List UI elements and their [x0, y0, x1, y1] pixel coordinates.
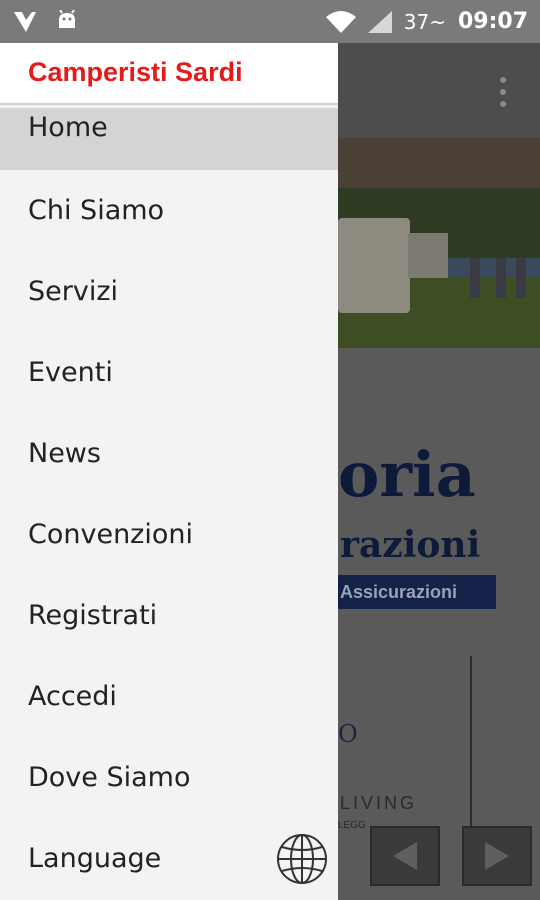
menu-item-home[interactable]: Home: [0, 108, 338, 170]
header-photo: [338, 138, 540, 348]
menu-item-label: Servizi: [28, 276, 119, 307]
divider: [470, 656, 472, 836]
drawer-menu: Home Chi Siamo Servizi Eventi News Conve…: [0, 108, 338, 899]
arrow-right-icon: [485, 842, 509, 870]
menu-item-language[interactable]: Language: [0, 818, 338, 899]
temperature-text: 37~: [403, 9, 446, 34]
status-bar: 37~ 09:07: [0, 0, 540, 43]
menu-item-label: Dove Siamo: [28, 762, 191, 793]
banner-subtitle: razioni: [340, 524, 481, 566]
menu-item-accedi[interactable]: Accedi: [0, 656, 338, 737]
arrow-left-icon: [393, 842, 417, 870]
clock: 09:07: [457, 9, 528, 34]
insurance-banner[interactable]: oria razioni Assicurazioni: [338, 348, 540, 648]
notification-icon: [14, 11, 36, 32]
menu-item-eventi[interactable]: Eventi: [0, 332, 338, 413]
menu-item-dove-siamo[interactable]: Dove Siamo: [0, 737, 338, 818]
menu-item-label: Home: [28, 112, 108, 143]
next-button[interactable]: [462, 826, 532, 886]
globe-icon: [277, 834, 327, 884]
menu-item-label: Convenzioni: [28, 519, 193, 550]
overflow-menu-icon[interactable]: [500, 77, 506, 107]
menu-item-convenzioni[interactable]: Convenzioni: [0, 494, 338, 575]
banner-tag: Assicurazioni: [338, 575, 496, 609]
menu-item-label: Registrati: [28, 600, 158, 631]
drawer-header: Camperisti Sardi: [0, 43, 338, 105]
promo-small-text: LEGG: [338, 820, 366, 831]
menu-item-chi-siamo[interactable]: Chi Siamo: [0, 170, 338, 251]
banner-title: oria: [338, 438, 476, 511]
menu-item-label: Eventi: [28, 357, 113, 388]
wifi-icon: [325, 10, 356, 33]
android-icon: [59, 9, 75, 28]
menu-item-label: Accedi: [28, 681, 117, 712]
promo-text: LIVING: [340, 793, 418, 813]
menu-item-news[interactable]: News: [0, 413, 338, 494]
menu-item-servizi[interactable]: Servizi: [0, 251, 338, 332]
app-title: Camperisti Sardi: [28, 57, 243, 87]
prev-button[interactable]: [370, 826, 440, 886]
menu-item-label: Language: [28, 843, 162, 874]
menu-item-label: Chi Siamo: [28, 195, 165, 226]
navigation-drawer: Camperisti Sardi Home Chi Siamo Servizi …: [0, 43, 338, 900]
menu-item-label: News: [28, 438, 101, 469]
signal-icon: [367, 10, 392, 33]
promo-letter: O: [338, 720, 358, 748]
menu-item-registrati[interactable]: Registrati: [0, 575, 338, 656]
